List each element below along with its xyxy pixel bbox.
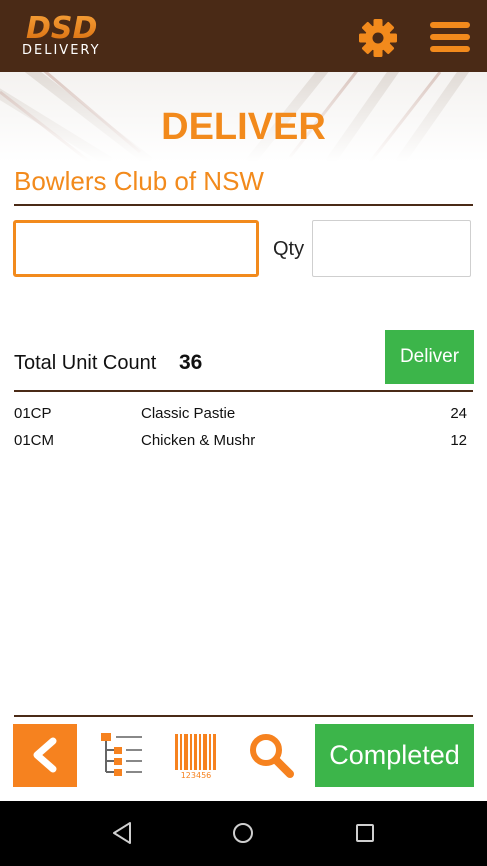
tree-list-icon[interactable]	[98, 730, 146, 780]
gear-icon[interactable]	[358, 18, 398, 58]
product-code-input[interactable]	[13, 220, 259, 277]
divider	[14, 204, 473, 206]
nav-home-icon[interactable]	[231, 821, 255, 845]
list-item[interactable]: 01CP Classic Pastie 24	[14, 405, 473, 429]
nav-back-icon[interactable]	[110, 820, 136, 846]
qty-input[interactable]	[312, 220, 471, 277]
divider	[14, 715, 473, 717]
item-code: 01CM	[14, 432, 55, 449]
svg-text:123456: 123456	[181, 771, 212, 780]
customer-name: Bowlers Club of NSW	[14, 166, 264, 196]
nav-recent-apps-icon[interactable]	[354, 822, 376, 844]
svg-text:DSD: DSD	[26, 12, 97, 44]
chevron-left-icon	[33, 737, 57, 773]
page-title: DELIVER	[161, 106, 326, 148]
deliver-button[interactable]: Deliver	[385, 330, 474, 384]
qty-label: Qty	[273, 238, 305, 260]
barcode-icon[interactable]: 123456	[172, 730, 220, 780]
hamburger-menu-icon[interactable]	[428, 18, 474, 56]
item-code: 01CP	[14, 405, 52, 422]
item-description: Classic Pastie	[141, 405, 236, 422]
back-button[interactable]	[13, 724, 77, 787]
logo-mark: DSD	[26, 12, 97, 44]
item-description: Chicken & Mushr	[141, 432, 256, 449]
logo-subtitle: DELIVERY	[22, 43, 101, 58]
app-header: DSD DELIVERY	[0, 0, 487, 72]
total-unit-count-value: 36	[179, 351, 203, 374]
item-qty: 24	[450, 405, 467, 422]
item-qty: 12	[450, 432, 467, 449]
list-item[interactable]: 01CM Chicken & Mushr 12	[14, 432, 473, 456]
divider	[14, 390, 473, 392]
dsd-delivery-logo: DSD DELIVERY	[22, 10, 104, 62]
completed-button[interactable]: Completed	[315, 724, 474, 787]
total-unit-count-label: Total Unit Count	[14, 352, 157, 374]
search-icon[interactable]	[246, 730, 296, 780]
